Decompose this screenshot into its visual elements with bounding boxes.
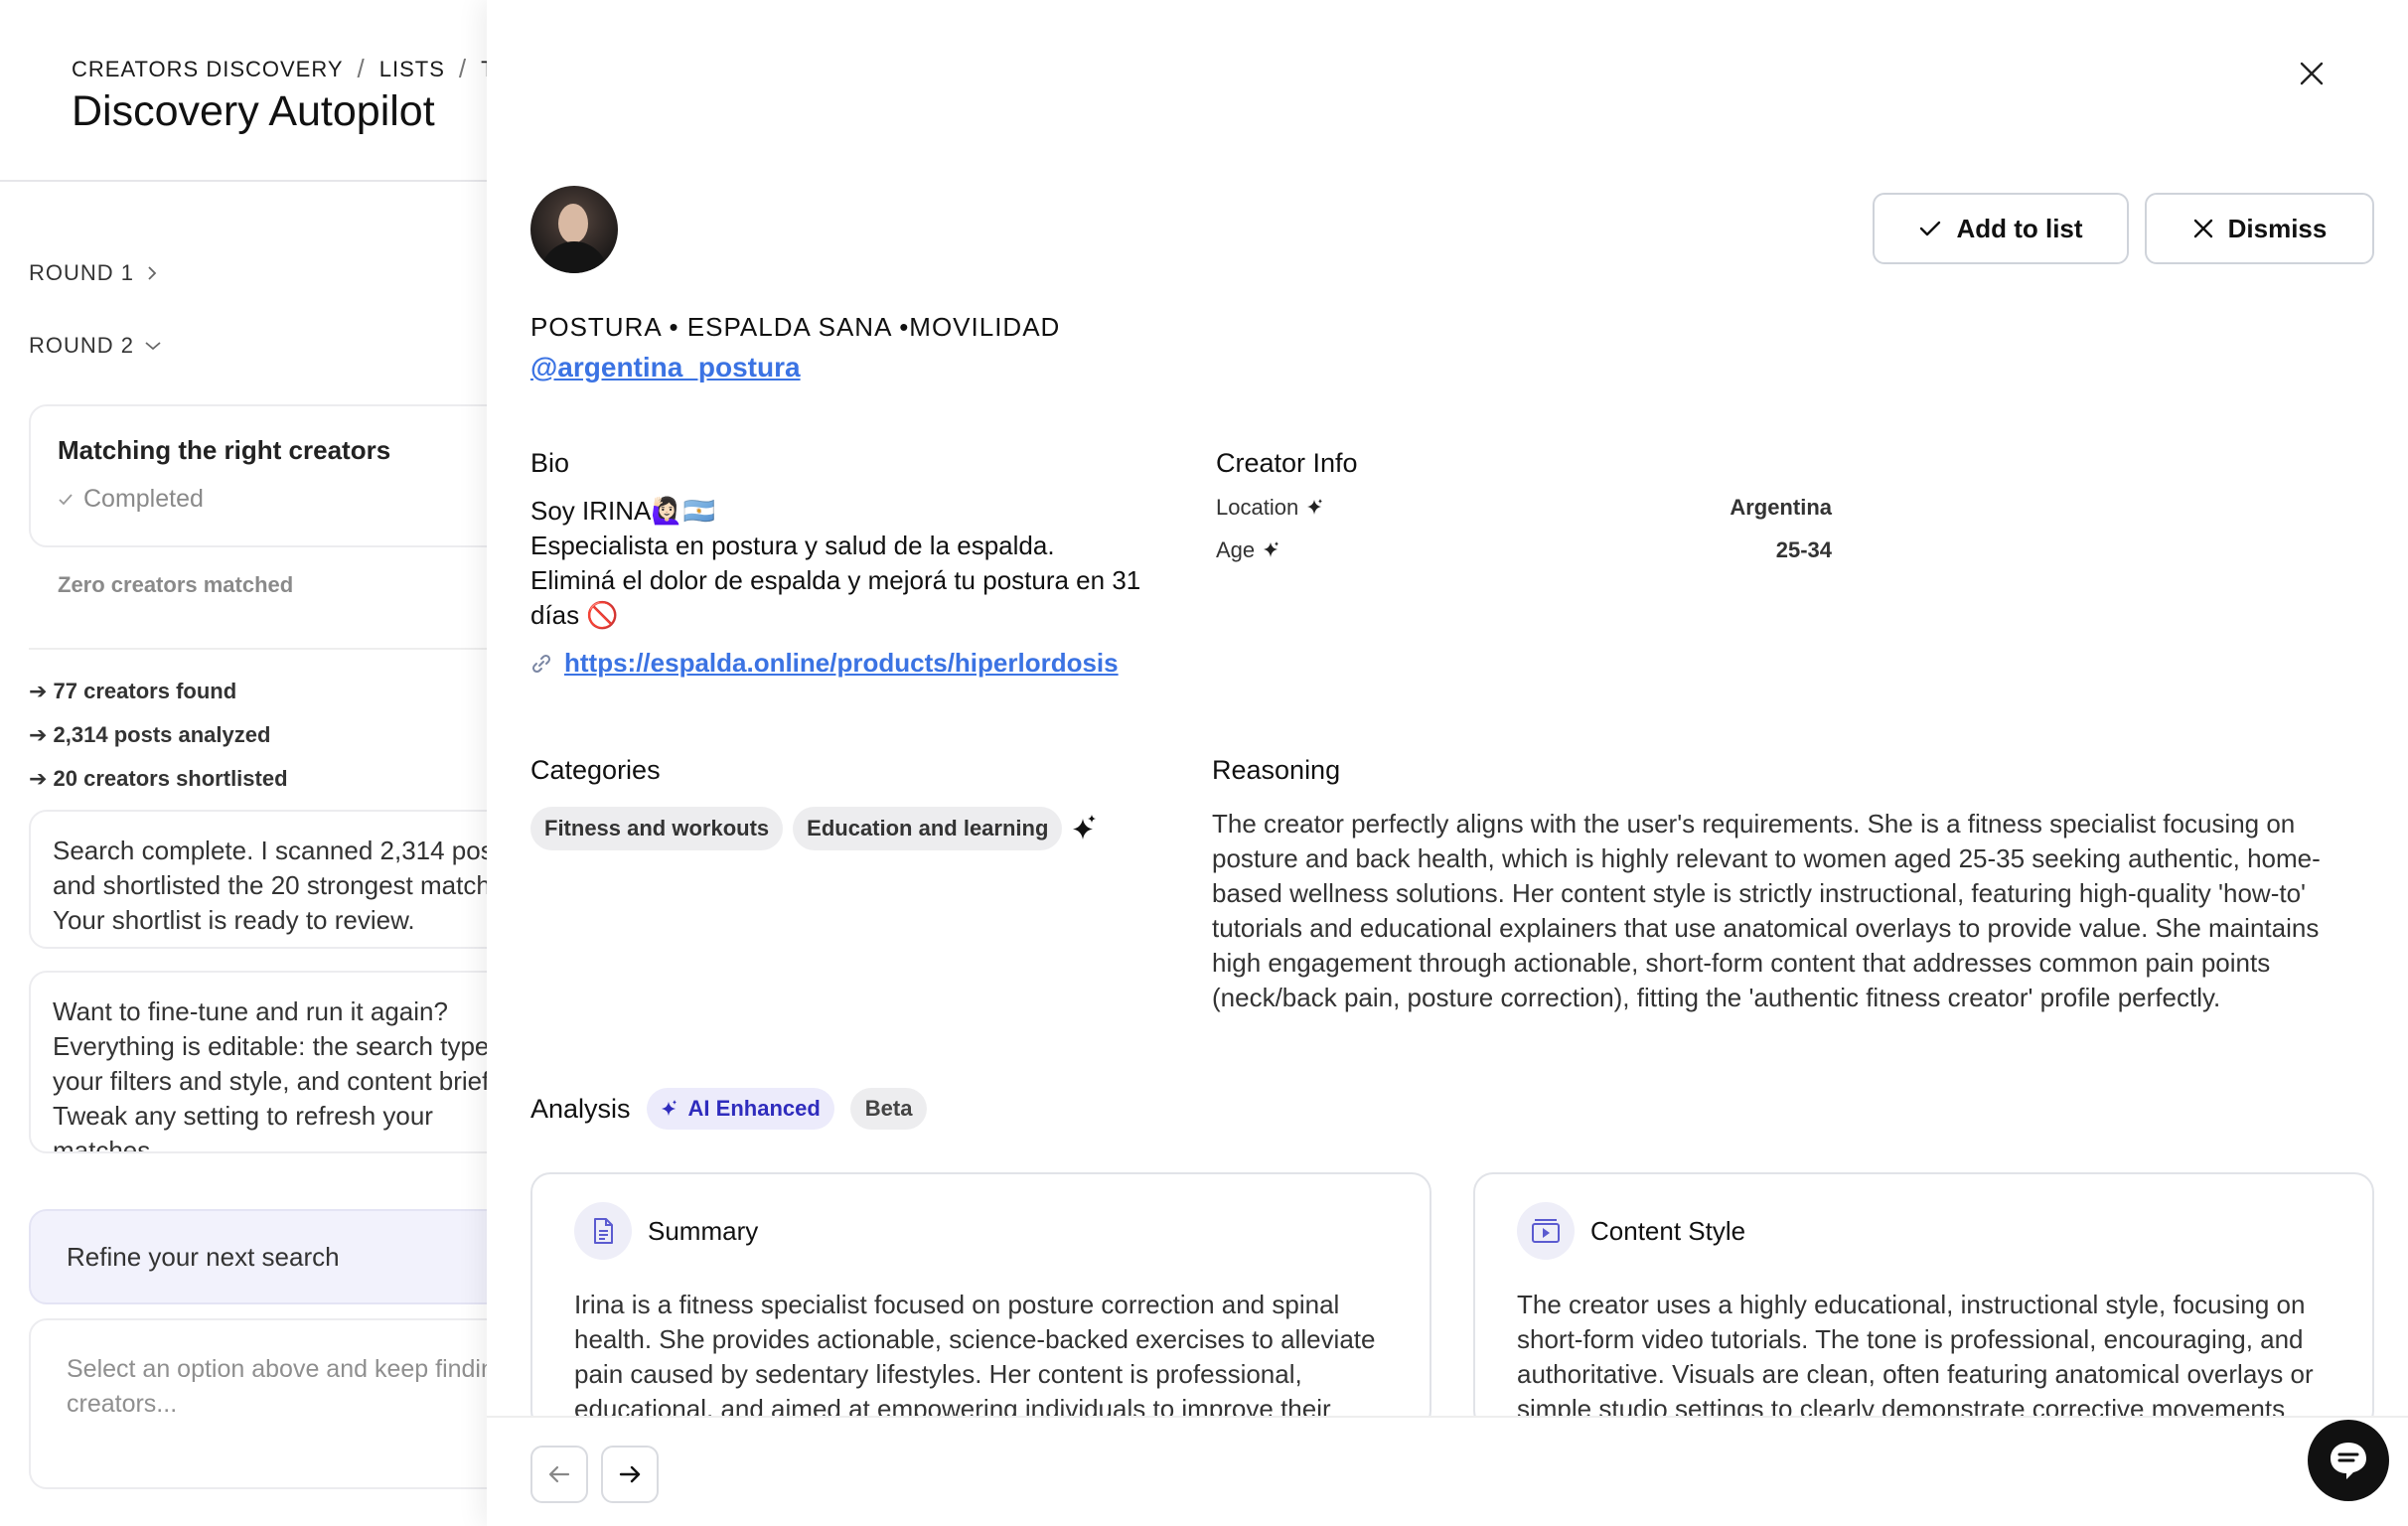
ai-enhanced-label: AI Enhanced xyxy=(687,1096,821,1121)
divider xyxy=(29,648,517,650)
creator-name: POSTURA • ESPALDA SANA •MOVILIDAD xyxy=(530,312,1061,342)
status-text: Completed xyxy=(83,485,204,513)
round-2-toggle[interactable]: ROUND 2 xyxy=(29,333,162,359)
bio-line: Soy IRINA🙋🏻‍♀️🇦🇷 xyxy=(530,496,716,526)
info-value: Argentina xyxy=(1730,495,1832,520)
info-key-label: Location xyxy=(1216,495,1299,520)
next-creator-button[interactable] xyxy=(601,1446,659,1503)
bio-website-link[interactable]: https://espalda.online/products/hiperlor… xyxy=(564,648,1119,679)
page-title: Discovery Autopilot xyxy=(72,87,435,135)
creator-info-location-row: Location Argentina xyxy=(1216,495,1832,521)
stat-creators-found: ➔ 77 creators found xyxy=(29,679,237,703)
close-icon xyxy=(2299,61,2325,86)
reasoning-heading: Reasoning xyxy=(1212,755,1341,785)
drawer-footer xyxy=(487,1416,2408,1526)
add-to-list-button[interactable]: Add to list xyxy=(1873,193,2129,264)
category-chips: Fitness and workouts Education and learn… xyxy=(530,807,1098,850)
round-label: ROUND 1 xyxy=(29,260,135,285)
discovery-page: CREATORS DISCOVERY / LISTS / TE Discover… xyxy=(0,0,517,1526)
matching-status: Completed xyxy=(58,485,204,514)
bio-text: Soy IRINA🙋🏻‍♀️🇦🇷 Especialista en postura… xyxy=(530,494,1166,633)
close-icon xyxy=(2192,218,2214,239)
info-key-label: Age xyxy=(1216,537,1256,562)
breadcrumb-creators-discovery[interactable]: CREATORS DISCOVERY xyxy=(72,57,344,82)
stat-posts-analyzed: ➔ 2,314 posts analyzed xyxy=(29,722,271,747)
matching-card xyxy=(29,404,517,547)
bio-heading: Bio xyxy=(530,448,570,478)
sparkle-icon xyxy=(1306,498,1324,518)
reasoning-text: The creator perfectly aligns with the us… xyxy=(1212,809,2321,1012)
avatar-body xyxy=(540,241,608,273)
creator-info-heading: Creator Info xyxy=(1216,448,1358,478)
round-label: ROUND 2 xyxy=(29,333,135,358)
stat-creators-shortlisted: ➔ 20 creators shortlisted xyxy=(29,766,288,791)
bio-line: Eliminá el dolor de espalda y mejorá tu … xyxy=(530,565,1141,630)
arrow-left-icon xyxy=(547,1464,571,1484)
assistant-message: Want to fine-tune and run it again? Ever… xyxy=(29,971,517,1153)
sparkle-icon xyxy=(1072,814,1098,843)
breadcrumb-separator: / xyxy=(357,54,366,83)
category-chip: Fitness and workouts xyxy=(530,807,784,850)
close-button[interactable] xyxy=(2292,54,2332,93)
matching-title: Matching the right creators xyxy=(58,435,391,465)
chat-icon xyxy=(2327,1439,2370,1482)
ai-enhanced-badge: AI Enhanced xyxy=(646,1088,834,1130)
assistant-message: Search complete. I scanned 2,314 posts a… xyxy=(29,810,517,949)
sparkle-icon xyxy=(1263,540,1280,560)
link-icon xyxy=(530,653,552,675)
round-1-toggle[interactable]: ROUND 1 xyxy=(29,260,160,286)
categories-heading: Categories xyxy=(530,755,661,785)
beta-badge: Beta xyxy=(849,1088,928,1130)
content-style-title: Content Style xyxy=(1590,1216,1746,1246)
previous-creator-button[interactable] xyxy=(530,1446,588,1503)
add-to-list-label: Add to list xyxy=(1956,213,2083,243)
bio-link-row: https://espalda.online/products/hiperlor… xyxy=(530,648,1119,679)
breadcrumb: CREATORS DISCOVERY / LISTS / TE xyxy=(72,54,511,84)
summary-text: Irina is a fitness specialist focused on… xyxy=(574,1290,1376,1424)
chevron-down-icon xyxy=(144,338,162,354)
summary-card: Summary Irina is a fitness specialist fo… xyxy=(530,1172,1431,1431)
document-icon xyxy=(574,1202,632,1260)
video-icon xyxy=(1517,1202,1575,1260)
creator-detail-drawer: Add to list Dismiss POSTURA • ESPALDA SA… xyxy=(487,0,2408,1526)
zero-matched-text: Zero creators matched xyxy=(58,572,294,597)
chat-widget-button[interactable] xyxy=(2308,1420,2389,1501)
breadcrumb-lists[interactable]: LISTS xyxy=(379,57,445,82)
check-icon xyxy=(1918,219,1942,238)
info-key: Age xyxy=(1216,537,1280,563)
chat-input[interactable]: Select an option above and keep finding … xyxy=(29,1318,517,1489)
creator-info-age-row: Age 25-34 xyxy=(1216,537,1832,563)
refine-search-option[interactable]: Refine your next search xyxy=(29,1209,517,1304)
dismiss-button[interactable]: Dismiss xyxy=(2145,193,2374,264)
category-chip: Education and learning xyxy=(793,807,1063,850)
info-key: Location xyxy=(1216,495,1324,521)
avatar-face xyxy=(558,204,588,243)
sparkle-icon xyxy=(661,1099,678,1119)
chevron-right-icon xyxy=(144,265,160,281)
analysis-header: Analysis AI Enhanced Beta xyxy=(530,1088,928,1130)
info-value: 25-34 xyxy=(1775,537,1832,562)
avatar xyxy=(530,186,618,273)
creator-handle-link[interactable]: @argentina_postura xyxy=(530,352,801,383)
breadcrumb-separator: / xyxy=(458,54,468,83)
analysis-heading: Analysis xyxy=(530,1093,631,1124)
bio-line: Especialista en postura y salud de la es… xyxy=(530,531,1055,560)
summary-title: Summary xyxy=(648,1216,759,1246)
arrow-right-icon xyxy=(618,1464,642,1484)
check-icon xyxy=(58,492,74,508)
divider xyxy=(0,180,517,182)
content-style-text: The creator uses a highly educational, i… xyxy=(1517,1290,2314,1424)
content-style-card: Content Style The creator uses a highly … xyxy=(1473,1172,2374,1431)
dismiss-label: Dismiss xyxy=(2227,213,2328,243)
